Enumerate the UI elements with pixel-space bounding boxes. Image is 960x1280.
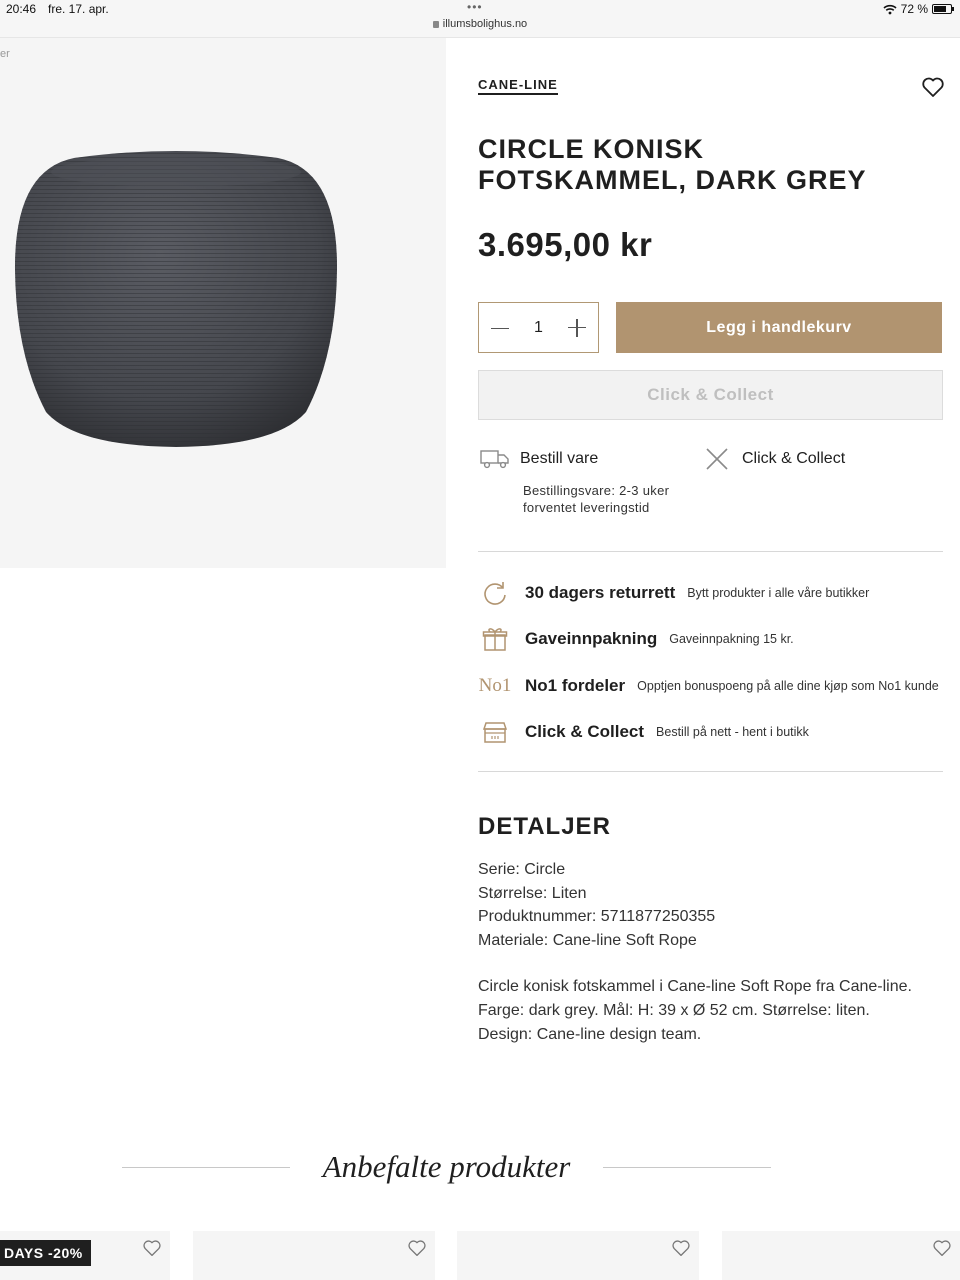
product-card[interactable] <box>722 1231 960 1280</box>
spec-material: Materiale: Cane-line Soft Rope <box>478 931 697 949</box>
usp-sub: Gaveinnpakning 15 kr. <box>669 632 794 646</box>
spec-size: Størrelse: Liten <box>478 884 587 902</box>
lock-icon <box>432 21 439 28</box>
usp-sub: Opptjen bonuspoeng på alle dine kjøp som… <box>637 679 939 693</box>
delivery-order-sub: Bestillingsvare: 2-3 uker forventet leve… <box>523 483 670 515</box>
usp-sub: Bytt produkter i alle våre butikker <box>687 586 870 600</box>
gift-icon <box>478 625 512 653</box>
heart-icon[interactable] <box>407 1239 427 1257</box>
breadcrumb-fragment[interactable]: er <box>0 48 10 60</box>
usp-click-collect: Click & Collect Bestill på nett - hent i… <box>478 715 809 749</box>
product-image-panel[interactable]: er <box>0 38 446 568</box>
details-heading: DETALJER <box>478 813 611 840</box>
divider <box>603 1167 771 1168</box>
spec-product-number: Produktnummer: 5711877250355 <box>478 908 716 925</box>
usp-returns: 30 dagers returrett Bytt produkter i all… <box>478 576 869 610</box>
usp-title: Click & Collect <box>525 722 645 741</box>
status-bar: 20:46 fre. 17. apr. ••• illumsbolighus.n… <box>0 0 960 38</box>
plus-icon[interactable] <box>568 318 586 337</box>
address-bar[interactable]: illumsbolighus.no <box>0 18 960 30</box>
no1-icon: No1 <box>478 675 512 696</box>
url-text: illumsbolighus.no <box>442 18 528 30</box>
product-card[interactable] <box>193 1231 435 1280</box>
return-icon <box>478 579 512 607</box>
details-description: Circle konisk fotskammel i Cane-line Sof… <box>478 978 912 1043</box>
click-collect-button[interactable]: Click & Collect <box>478 370 943 420</box>
heart-icon[interactable] <box>932 1239 952 1257</box>
add-to-cart-button[interactable]: Legg i handlekurv <box>616 302 942 353</box>
delivery-order-title: Bestill vare <box>520 450 599 467</box>
usp-gift: Gaveinnpakning Gaveinnpakning 15 kr. <box>478 622 794 656</box>
usp-title: No1 fordeler <box>525 676 626 695</box>
details-specs: Serie: Circle Størrelse: Liten Produktnu… <box>478 858 715 952</box>
battery-percent: 72 % <box>900 2 928 16</box>
quantity-stepper[interactable]: 1 <box>478 302 599 353</box>
divider <box>478 771 943 772</box>
status-indicators: 72 % <box>883 2 954 16</box>
usp-title: Gaveinnpakning <box>525 629 658 648</box>
quantity-value[interactable]: 1 <box>534 319 543 337</box>
product-title-line2: FOTSKAMMEL, DARK GREY <box>478 165 867 195</box>
discount-badge: DAYS -20% <box>0 1240 91 1266</box>
usp-sub: Bestill på nett - hent i butikk <box>656 725 809 739</box>
more-dots-icon[interactable]: ••• <box>467 0 483 14</box>
product-image[interactable] <box>14 150 338 447</box>
product-title-line1: CIRCLE KONISK <box>478 134 705 164</box>
divider <box>478 551 943 552</box>
truck-icon <box>480 450 509 469</box>
heart-icon[interactable] <box>921 76 945 98</box>
battery-icon <box>932 4 954 14</box>
usp-no1: No1 No1 fordeler Opptjen bonuspoeng på a… <box>478 669 939 703</box>
usp-title: 30 dagers returrett <box>525 583 676 602</box>
product-title: CIRCLE KONISK FOTSKAMMEL, DARK GREY <box>478 134 938 196</box>
product-card[interactable] <box>457 1231 699 1280</box>
unavailable-x-icon <box>706 448 728 470</box>
delivery-pickup-title: Click & Collect <box>742 450 846 467</box>
recommended-header: Anbefalte produkter <box>0 1145 960 1193</box>
heart-icon[interactable] <box>671 1239 691 1257</box>
product-price: 3.695,00 kr <box>478 226 653 263</box>
date: fre. 17. apr. <box>48 2 109 16</box>
store-icon <box>478 718 512 746</box>
wifi-icon <box>883 4 897 14</box>
brand-link[interactable]: CANE-LINE <box>478 77 558 95</box>
clock: 20:46 <box>6 2 37 16</box>
minus-icon[interactable] <box>491 319 509 337</box>
spec-series: Serie: Circle <box>478 861 566 878</box>
heart-icon[interactable] <box>142 1239 162 1257</box>
